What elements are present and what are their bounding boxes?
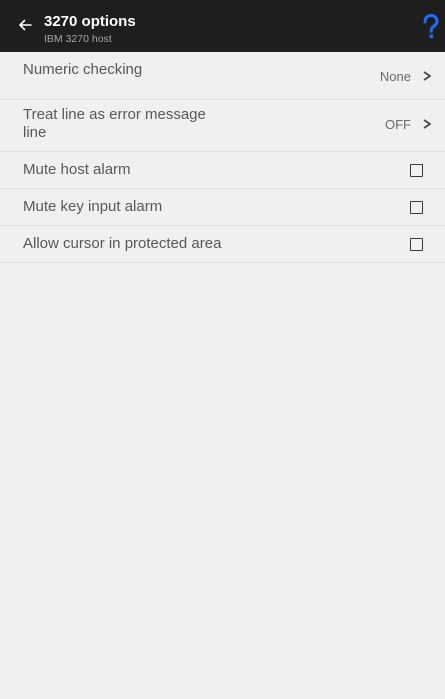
mute-host-alarm-label: Mute host alarm xyxy=(23,161,131,178)
mute-key-input-alarm-checkbox[interactable] xyxy=(410,201,423,214)
page-title: 3270 options xyxy=(44,13,136,30)
numeric-checking-row[interactable]: Numeric checking None xyxy=(0,52,445,100)
mute-host-alarm-checkbox[interactable] xyxy=(410,164,423,177)
error-message-line-value: OFF xyxy=(385,117,411,132)
mute-key-input-alarm-row[interactable]: Mute key input alarm xyxy=(0,189,445,226)
mute-host-alarm-row[interactable]: Mute host alarm xyxy=(0,152,445,189)
mute-key-input-alarm-label: Mute key input alarm xyxy=(23,198,163,215)
chevron-right-icon xyxy=(423,71,431,81)
app-bar: 3270 options IBM 3270 host xyxy=(0,0,445,52)
numeric-checking-value: None xyxy=(379,69,411,84)
allow-cursor-protected-row[interactable]: Allow cursor in protected area xyxy=(0,226,445,263)
error-message-line-label: Treat line as error message line xyxy=(23,106,206,141)
chevron-right-icon xyxy=(423,119,431,129)
error-message-line-row[interactable]: Treat line as error message line OFF xyxy=(0,100,445,152)
help-icon[interactable] xyxy=(421,13,441,41)
settings-list: Numeric checking None Treat line as erro… xyxy=(0,52,445,263)
allow-cursor-protected-checkbox[interactable] xyxy=(410,238,423,251)
back-arrow-icon[interactable] xyxy=(14,14,36,36)
numeric-checking-label: Numeric checking xyxy=(23,61,143,78)
page-subtitle: IBM 3270 host xyxy=(44,33,112,45)
allow-cursor-protected-label: Allow cursor in protected area xyxy=(23,235,222,252)
